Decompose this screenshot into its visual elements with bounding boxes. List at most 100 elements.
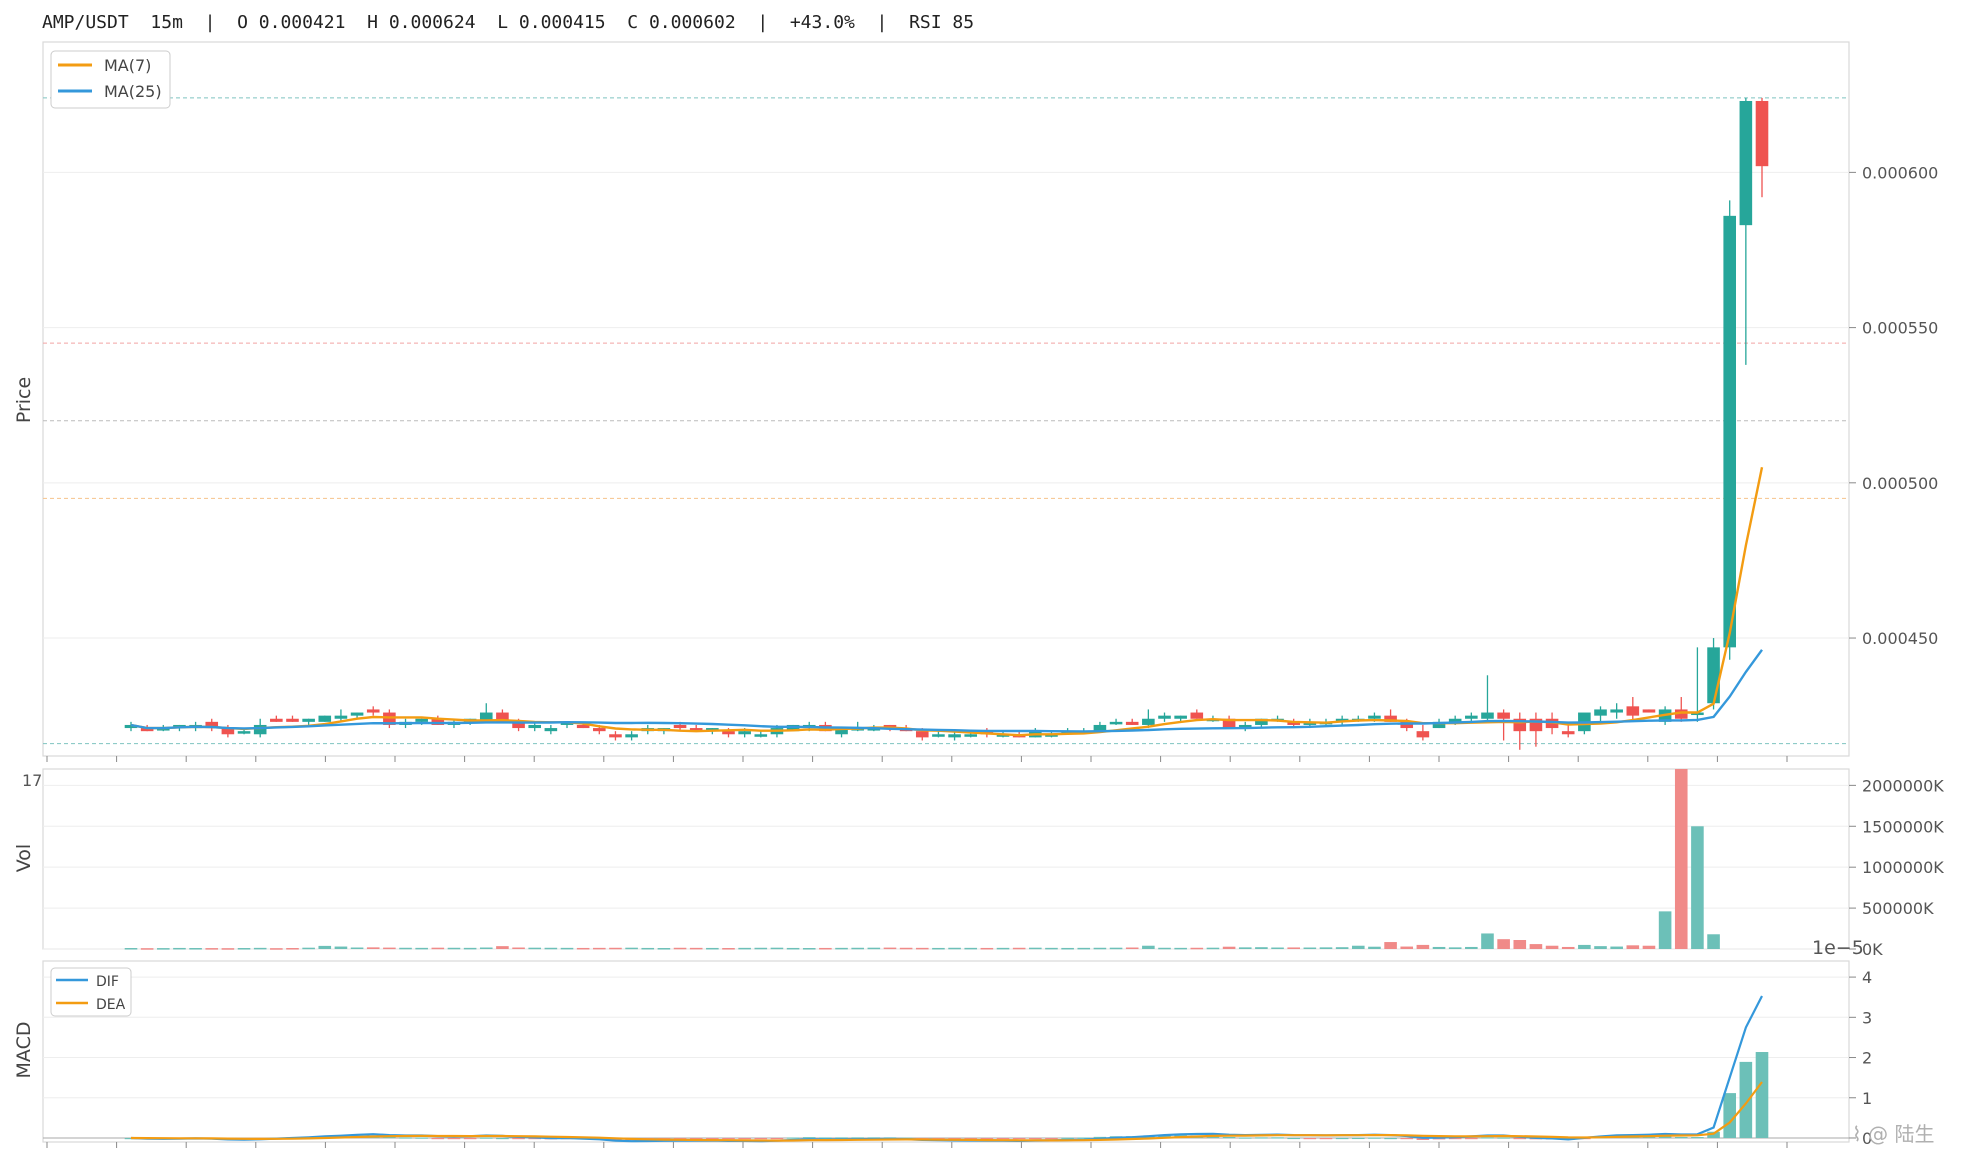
volume-bar: [1109, 947, 1123, 950]
volume-bar: [1497, 939, 1510, 949]
candle-body: [1739, 100, 1753, 226]
ma25-legend-label: MA(25): [104, 82, 162, 101]
volume-bar: [1658, 911, 1672, 949]
macd-histogram-bar: [1368, 1137, 1381, 1139]
candle-body: [593, 728, 606, 732]
candle-body: [754, 734, 768, 737]
volume-bar: [899, 947, 913, 950]
volume-bar: [1610, 946, 1623, 949]
candle-body: [915, 731, 929, 738]
macd-y-tick-label: 3: [1862, 1008, 1872, 1027]
volume-bar: [1416, 944, 1430, 949]
macd-histogram-bar: [1255, 1137, 1268, 1139]
volume-bar: [1545, 945, 1559, 949]
volume-bar: [1255, 947, 1268, 949]
volume-panel-frame: [42, 768, 1850, 950]
volume-bar: [657, 948, 671, 950]
candle-body: [1561, 731, 1575, 735]
macd-histogram-bar: [447, 1137, 461, 1140]
volume-bar: [383, 947, 396, 950]
candle-body: [964, 734, 978, 737]
volume-y-tick-label: 1500000K: [1862, 817, 1944, 836]
candle-body: [1158, 715, 1171, 719]
volume-bar: [415, 947, 428, 950]
volume-bar: [1045, 947, 1058, 950]
macd-y-tick-label: 4: [1862, 968, 1872, 987]
volume-gridlines: [43, 784, 1849, 950]
macd-histogram-bar: [479, 1137, 493, 1139]
volume-bar: [1400, 946, 1414, 949]
candle-body: [302, 718, 315, 722]
volume-bar: [625, 947, 638, 950]
volume-bar: [576, 947, 590, 950]
price-y-tick-label: 0.000500: [1862, 474, 1938, 493]
price-y-tick-label: 0.000600: [1862, 163, 1938, 182]
volume-bar: [1093, 947, 1107, 950]
macd-histogram-bar: [1303, 1137, 1317, 1140]
volume-bar: [1077, 947, 1091, 950]
volume-bar: [996, 947, 1010, 950]
candle-body: [1109, 721, 1123, 725]
volume-bar: [1642, 945, 1656, 949]
volume-bar: [1368, 946, 1381, 949]
volume-bar: [738, 947, 751, 950]
volume-axis-label: Vol: [13, 844, 35, 872]
volume-bar: [786, 947, 800, 950]
volume-bar: [140, 948, 154, 950]
chart-canvas: 0.000450 0.000500 0.000550 0.000600 0K 50000…: [13, 41, 1944, 1148]
volume-bar: [1674, 769, 1688, 949]
macd-histogram-bar: [1691, 1137, 1704, 1139]
volume-bar: [318, 945, 332, 949]
candle-body: [1610, 709, 1623, 713]
candle-body: [415, 718, 428, 722]
candle-body: [334, 715, 348, 719]
macd-histogram-bar: [1319, 1137, 1333, 1140]
macd-histogram-bar: [1674, 1137, 1688, 1139]
volume-bar: [366, 947, 380, 949]
volume-bar: [560, 947, 574, 950]
dea-line: [130, 1081, 1763, 1142]
volume-bar: [173, 947, 186, 950]
volume-bar: [1012, 947, 1026, 950]
x-ticks: [46, 756, 1788, 1148]
volume-y-tick-label: 1000000K: [1862, 858, 1944, 877]
macd-histogram-bar: [1335, 1137, 1349, 1140]
macd-histogram-bar: [1400, 1137, 1414, 1140]
volume-bar: [1206, 947, 1220, 950]
volume-bar: [156, 948, 170, 950]
volume-bar: [1158, 947, 1171, 950]
macd-histogram-bar: [463, 1137, 477, 1140]
price-gridlines: [43, 171, 1849, 639]
candle-body: [1497, 712, 1510, 719]
volume-bar: [205, 948, 219, 950]
price-y-tick-label: 0.000450: [1862, 629, 1938, 648]
macd-histogram-bar: [802, 1137, 816, 1139]
volume-bar: [948, 947, 961, 950]
candle-body: [1626, 706, 1640, 716]
volume-bar: [1578, 944, 1591, 949]
volume-y-tick-label: 2000000K: [1862, 776, 1944, 795]
price-y-tick-label: 0.000550: [1862, 319, 1938, 338]
macd-histogram-bar: [786, 1137, 800, 1139]
macd-histogram-bar: [1029, 1137, 1042, 1140]
candle-body: [625, 734, 638, 738]
volume-bar: [980, 947, 994, 950]
volume-bar: [237, 948, 251, 950]
volume-bar: [1594, 946, 1607, 949]
volume-bar: [1529, 944, 1543, 949]
volume-y-tick-label: 0K: [1862, 940, 1883, 959]
volume-bar: [593, 947, 606, 950]
volume-y-tick-label: 500000K: [1862, 899, 1934, 918]
macd-histogram-bar: [1045, 1137, 1058, 1140]
volume-bar: [479, 947, 493, 950]
candle-body: [350, 712, 364, 716]
volume-bar: [1319, 947, 1333, 949]
volume-bar: [673, 947, 687, 950]
macd-histogram-bar: [1481, 1137, 1494, 1139]
candle-body: [1481, 712, 1494, 719]
candle-body: [1142, 718, 1155, 725]
macd-histogram-bar: [1012, 1137, 1026, 1140]
volume-bar: [1142, 945, 1155, 949]
candle-body: [1190, 712, 1204, 719]
candle-body: [286, 718, 299, 722]
